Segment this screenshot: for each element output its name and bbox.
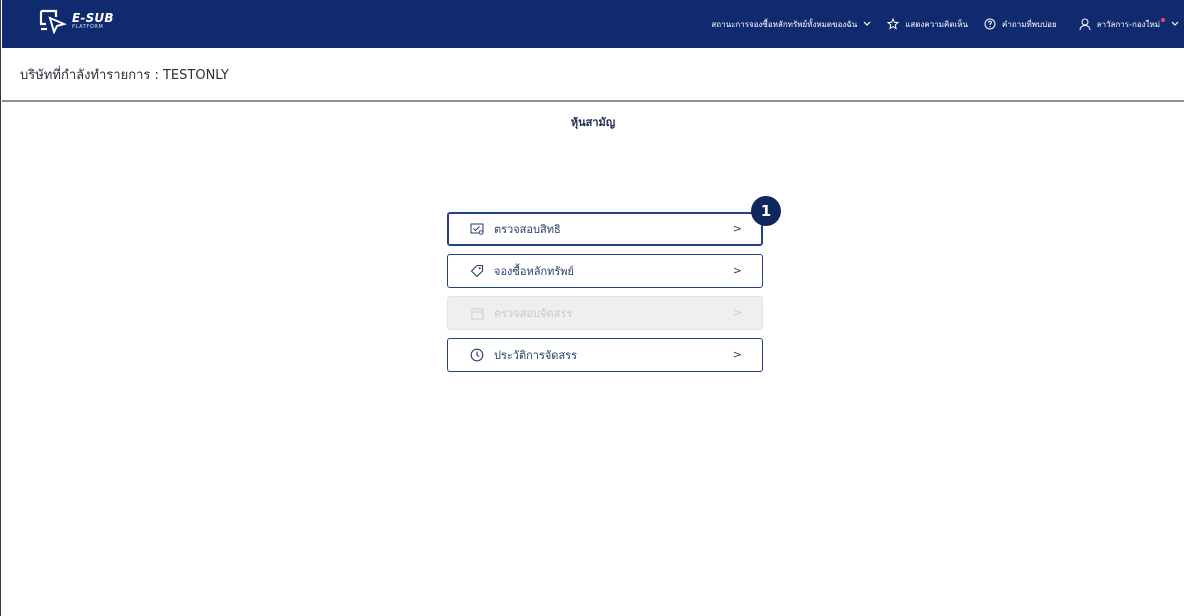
top-navigation-bar: E-SUB PLATFORM สถานะการจองซื้อหลักทรัพย์… xyxy=(2,0,1184,48)
allocation-history-label: ประวัติการจัดสรร xyxy=(494,349,577,362)
top-nav-menu: สถานะการจองซื้อหลักทรัพย์ทั้งหมดของฉัน แ… xyxy=(695,0,1184,48)
nav-subscription-status-label: สถานะการจองซื้อหลักทรัพย์ทั้งหมดของฉัน xyxy=(711,19,858,29)
check-allocation-button: ตรวจสอบจัดสรร > xyxy=(447,296,763,330)
page-title: หุ้นสามัญ xyxy=(570,116,616,129)
nav-user-label: ลาวัลการ-กองใหม่ xyxy=(1096,19,1160,29)
nav-feedback[interactable]: แสดงความคิดเห็น xyxy=(887,18,968,31)
check-allocation-label: ตรวจสอบจัดสรร xyxy=(494,307,573,320)
company-info-bar: บริษัทที่กำลังทำรายการ : TESTONLY xyxy=(2,48,1184,102)
check-rights-button[interactable]: ตรวจสอบสิทธิ > xyxy=(447,212,763,246)
allocation-history-button[interactable]: ประวัติการจัดสรร > xyxy=(447,338,763,372)
esub-logo-icon xyxy=(39,9,67,34)
check-rights-label: ตรวจสอบสิทธิ xyxy=(494,223,561,236)
nav-user-menu[interactable]: ลาวัลการ-กองใหม่ xyxy=(1079,18,1179,31)
check-document-icon xyxy=(470,222,484,236)
clock-icon xyxy=(470,348,484,362)
subscribe-securities-button[interactable]: จองซื้อหลักทรัพย์ > xyxy=(447,254,763,288)
calendar-icon xyxy=(470,306,484,320)
user-icon xyxy=(1079,18,1091,31)
action-menu: ตรวจสอบสิทธิ > จองซื้อหลักทรัพย์ > ตรวจส… xyxy=(447,212,763,380)
step-number-badge: 1 xyxy=(751,196,781,226)
nav-feedback-label: แสดงความคิดเห็น xyxy=(905,19,969,29)
nav-faq-label: คำถามที่พบบ่อย xyxy=(1002,19,1057,29)
logo-subtitle: PLATFORM xyxy=(72,24,104,30)
notification-dot xyxy=(1161,18,1165,22)
chevron-right-icon: > xyxy=(732,264,742,277)
chevron-right-icon: > xyxy=(732,222,742,235)
nav-faq[interactable]: คำถามที่พบบ่อย xyxy=(984,18,1057,31)
star-icon xyxy=(887,18,900,30)
chevron-right-icon: > xyxy=(732,306,742,319)
chevron-down-icon xyxy=(863,21,871,27)
tag-icon xyxy=(470,264,484,278)
help-circle-icon xyxy=(984,18,996,30)
chevron-down-icon xyxy=(1171,21,1179,27)
chevron-right-icon: > xyxy=(732,348,742,361)
company-label: บริษัทที่กำลังทำรายการ : TESTONLY xyxy=(20,67,229,83)
esub-logo[interactable]: E-SUB PLATFORM xyxy=(38,8,114,34)
logo-title: E-SUB xyxy=(72,11,114,25)
nav-subscription-status[interactable]: สถานะการจองซื้อหลักทรัพย์ทั้งหมดของฉัน xyxy=(711,18,871,31)
subscribe-securities-label: จองซื้อหลักทรัพย์ xyxy=(494,265,575,278)
app-frame: E-SUB PLATFORM สถานะการจองซื้อหลักทรัพย์… xyxy=(0,0,1184,616)
